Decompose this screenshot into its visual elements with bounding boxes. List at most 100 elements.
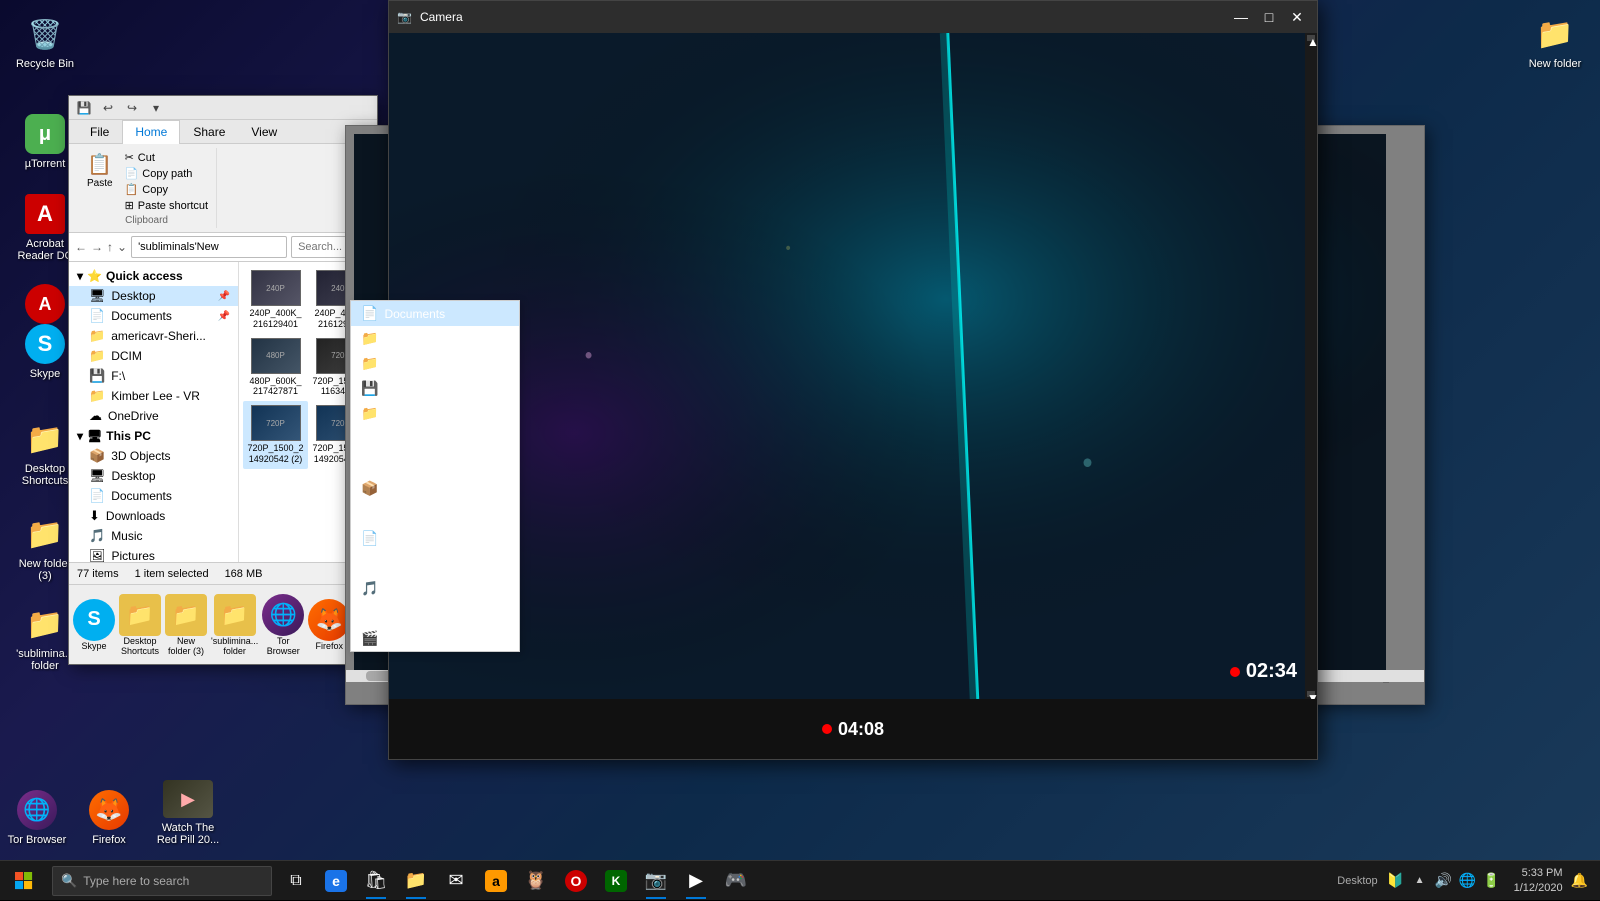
nav-dcim[interactable]: 📁 DCIM (351, 351, 519, 376)
file-item-4[interactable]: 720P 720P_1500_214920542 (2) (243, 401, 308, 469)
nav-f-drive[interactable]: 💾 F:\ (351, 376, 519, 401)
scroll-down[interactable]: ▼ (1307, 691, 1315, 697)
nav-up[interactable]: ↑ (107, 236, 113, 258)
nav-3dobjects[interactable]: 📦 3D Objects (351, 476, 519, 501)
qat-redo[interactable]: ↪ (121, 98, 143, 118)
clipboard-group-label: Clipboard (125, 215, 168, 226)
nav-recent[interactable]: ⌄ (117, 236, 127, 258)
camera-minimize[interactable]: — (1229, 7, 1253, 27)
copy-button[interactable]: 📋 Copy (121, 182, 213, 197)
new-folder-3-label: New folder (3) (14, 558, 76, 582)
tray-speaker[interactable]: 🔊 (1434, 871, 1454, 891)
file-item-0[interactable]: 240P 240P_400K_216129401 (243, 266, 308, 334)
ribbon-clipboard-group: 📋 Paste ✂ Cut 📄 Copy path (77, 148, 217, 228)
subliminal-folder-label: 'sublimina... folder (14, 648, 76, 672)
media-taskbar-app[interactable]: ▶ (676, 862, 716, 900)
nav-back[interactable]: ← (75, 236, 87, 258)
sidebar-item-documents[interactable]: 📄 Documents 📌 (69, 306, 238, 326)
3dobjects-label: 3D Objects (111, 449, 170, 463)
nav-onedrive[interactable]: ☁ OneDrive (351, 426, 519, 451)
start-button[interactable] (0, 861, 48, 901)
desktop-icon-watch-red-pill[interactable]: ▶ Watch The Red Pill 20... (148, 776, 228, 850)
mail-taskbar-icon: ✉ (448, 870, 463, 891)
sidebar-item-music[interactable]: 🎵 Music (69, 526, 238, 546)
sidebar-item-onedrive[interactable]: ☁ OneDrive (69, 406, 238, 426)
kaspersky-taskbar-app[interactable]: K (596, 862, 636, 900)
selected-info: 1 item selected (135, 568, 209, 580)
sidebar-item-americavr[interactable]: 📁 americavr-Sheri... (69, 326, 238, 346)
nav-videos[interactable]: 🎬 Videos (351, 626, 519, 651)
opera-taskbar-app[interactable]: O (556, 862, 596, 900)
desktop-icon-tor-browser[interactable]: 🌐 Tor Browser (2, 786, 72, 850)
paste-button[interactable]: 📋 Paste (81, 150, 119, 213)
desktop-icon-recycle-bin[interactable]: 🗑️ Recycle Bin (10, 10, 80, 74)
file-explorer-taskbar-icon: 📁 (405, 870, 427, 891)
taskbar-time[interactable]: 5:33 PM 1/12/2020 (1514, 866, 1563, 895)
copy-path-button[interactable]: 📄 Copy path (121, 166, 213, 181)
sidebar-item-downloads[interactable]: ⬇ Downloads (69, 506, 238, 526)
nav-documents2[interactable]: 📄 Documents (351, 526, 519, 551)
unknown-taskbar-app[interactable]: 🎮 (716, 862, 756, 900)
nav-pictures[interactable]: 🖼 Pictures (351, 601, 519, 626)
taskbar-show-desktop[interactable]: Desktop (1333, 875, 1381, 887)
explorer-status: 77 items 1 item selected 168 MB (69, 562, 377, 584)
tray-up[interactable]: ▲ (1410, 871, 1430, 891)
nav-music[interactable]: 🎵 Music (351, 576, 519, 601)
qat-dropdown[interactable]: ▾ (145, 98, 167, 118)
mail-taskbar-app[interactable]: ✉ (436, 862, 476, 900)
bottom-skype[interactable]: S Skype (73, 599, 115, 651)
tab-file[interactable]: File (77, 120, 122, 143)
sidebar-item-kimber[interactable]: 📁 Kimber Lee - VR (69, 386, 238, 406)
nav-desktop[interactable]: 🖥 Desktop (351, 501, 519, 526)
sidebar-item-f-drive[interactable]: 💾 F:\ (69, 366, 238, 386)
notification-bell[interactable]: 🔔 (1567, 872, 1592, 889)
sidebar-item-pictures[interactable]: 🖼 Pictures (69, 546, 238, 562)
tab-share[interactable]: Share (180, 120, 238, 143)
store-taskbar-app[interactable]: 🛍 (356, 862, 396, 900)
camera-taskbar-app[interactable]: 📷 (636, 862, 676, 900)
camera-maximize[interactable]: □ (1257, 7, 1281, 27)
taskbar-search-box[interactable]: 🔍 Type here to search (52, 866, 272, 896)
sidebar-item-dcim[interactable]: 📁 DCIM (69, 346, 238, 366)
bottom-desktop-shortcuts[interactable]: 📁 Desktop Shortcuts (119, 594, 161, 656)
file-item-2[interactable]: 480P 480P_600K_217427871 (243, 334, 308, 402)
sidebar-item-desktop2[interactable]: 🖥 Desktop (69, 466, 238, 486)
sidebar-item-documents2[interactable]: 📄 Documents (69, 486, 238, 506)
nav-documents[interactable]: 📄 Documents (351, 301, 519, 326)
task-view-button[interactable]: ⧉ (276, 862, 316, 900)
paste-shortcut-button[interactable]: ⊞ Paste shortcut (121, 198, 213, 213)
camera-scrollbar[interactable]: ▲ ▼ (1305, 33, 1317, 699)
file-name-2: 480P_600K_217427871 (247, 376, 304, 398)
bottom-new-folder[interactable]: 📁 New folder (3) (165, 594, 207, 656)
address-input[interactable] (131, 236, 287, 258)
nav-kimber[interactable]: 📁 Kimber Lee - VR (351, 401, 519, 426)
desktop-icon-new-folder-right[interactable]: 📁 New folder (1520, 10, 1590, 74)
tripadvisor-taskbar-app[interactable]: 🦉 (516, 862, 556, 900)
bottom-firefox[interactable]: 🦊 Firefox (308, 599, 350, 651)
cut-button[interactable]: ✂ Cut (121, 150, 213, 165)
bottom-tor[interactable]: 🌐 Tor Browser (262, 594, 304, 656)
sidebar-item-3dobjects[interactable]: 📦 3D Objects (69, 446, 238, 466)
nav-americavr[interactable]: 📁 americavr-Sheric (351, 326, 519, 351)
nav-this-pc[interactable]: 🖥 This PC (351, 451, 519, 476)
tab-home[interactable]: Home (122, 120, 180, 144)
camera-close[interactable]: ✕ (1285, 7, 1309, 27)
nav-downloads[interactable]: ⬇ Downloads (351, 551, 519, 576)
tray-battery[interactable]: 🔋 (1482, 871, 1502, 891)
tab-view[interactable]: View (238, 120, 290, 143)
quick-access-header[interactable]: ▾ ⭐ Quick access (69, 266, 238, 286)
qat-save[interactable]: 💾 (73, 98, 95, 118)
tray-kaspersky[interactable]: 🔰 (1386, 871, 1406, 891)
nav-forward[interactable]: → (91, 236, 103, 258)
amazon-taskbar-app[interactable]: a (476, 862, 516, 900)
file-explorer-taskbar-app[interactable]: 📁 (396, 862, 436, 900)
qat-undo[interactable]: ↩ (97, 98, 119, 118)
desktop-icon-firefox-bottom[interactable]: 🦊 Firefox (74, 786, 144, 850)
bottom-subliminal[interactable]: 📁 'sublimina... folder (211, 594, 258, 656)
utorrent-label: µTorrent (25, 158, 66, 170)
tray-network[interactable]: 🌐 (1458, 871, 1478, 891)
sidebar-item-desktop[interactable]: 🖥 Desktop 📌 (69, 286, 238, 306)
edge-taskbar-app[interactable]: e (316, 862, 356, 900)
scroll-up[interactable]: ▲ (1307, 35, 1315, 41)
this-pc-header[interactable]: ▾ 🖥 This PC (69, 426, 238, 446)
